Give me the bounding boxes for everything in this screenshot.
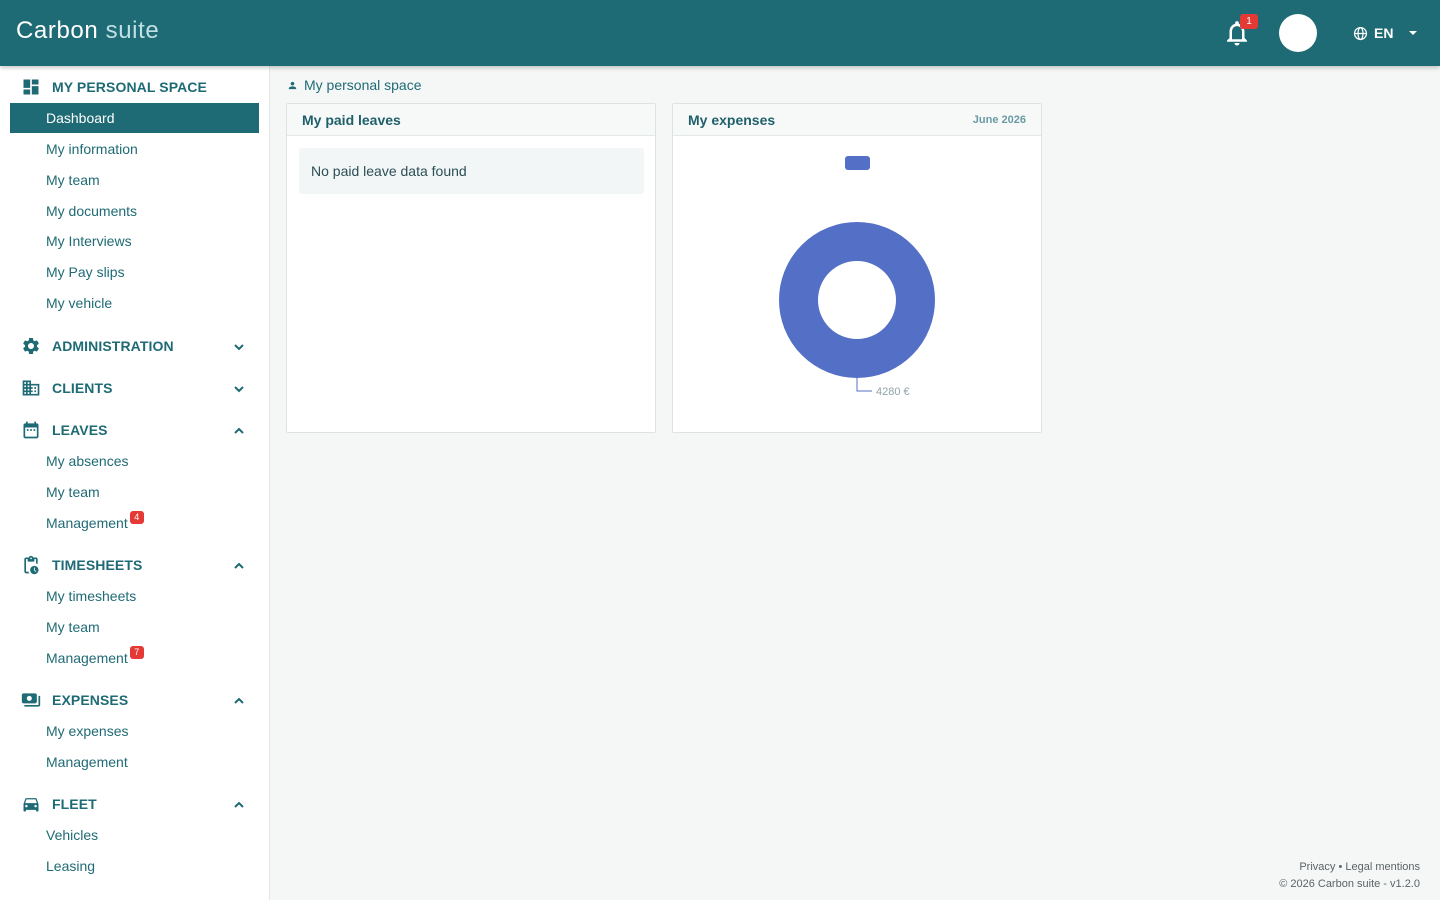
section-label: MY PERSONAL SPACE: [52, 79, 207, 95]
sidebar-item-my-timesheets[interactable]: My timesheets: [10, 581, 259, 611]
brand-suffix: suite: [105, 17, 160, 44]
dashboard-icon: [21, 77, 41, 97]
sidebar-item-leasing[interactable]: Leasing: [10, 851, 259, 881]
sidebar-item-vehicles[interactable]: Vehicles: [10, 820, 259, 850]
legend-swatch[interactable]: [845, 156, 870, 170]
sidebar-section-leaves[interactable]: LEAVES: [10, 414, 259, 446]
sidebar-item-my-vehicle[interactable]: My vehicle: [10, 288, 259, 318]
language-code: EN: [1374, 25, 1394, 41]
card-title: My paid leaves: [302, 111, 401, 128]
sidebar: MY PERSONAL SPACE Dashboard My informati…: [0, 66, 270, 900]
data-label: 4280 €: [876, 386, 910, 398]
sidebar-item-leaves-my-team[interactable]: My team: [10, 477, 259, 507]
sidebar-section-expenses[interactable]: EXPENSES: [10, 684, 259, 716]
footer-separator: •: [1338, 861, 1343, 873]
sidebar-item-leaves-management[interactable]: Management 4: [10, 508, 259, 538]
chevron-down-icon: [233, 340, 245, 352]
section-label: ADMINISTRATION: [52, 338, 174, 354]
chevron-down-icon: [233, 382, 245, 394]
item-label: Management: [46, 650, 128, 666]
section-label: FLEET: [52, 796, 97, 812]
sidebar-item-my-documents[interactable]: My documents: [10, 196, 259, 226]
sidebar-item-my-expenses[interactable]: My expenses: [10, 716, 259, 746]
user-avatar[interactable]: [1279, 14, 1317, 52]
section-label: LEAVES: [52, 422, 108, 438]
empty-state-message: No paid leave data found: [299, 148, 644, 194]
gear-icon: [21, 336, 41, 356]
chevron-up-icon: [233, 694, 245, 706]
legal-mentions-link[interactable]: Legal mentions: [1345, 861, 1420, 873]
sidebar-section-timesheets[interactable]: TIMESHEETS: [10, 549, 259, 581]
section-label: EXPENSES: [52, 692, 129, 708]
sidebar-item-dashboard[interactable]: Dashboard: [10, 103, 259, 133]
top-bar: Carbon suite 1 EN: [0, 0, 1440, 66]
sidebar-item-timesheets-my-team[interactable]: My team: [10, 612, 259, 642]
sidebar-section-administration[interactable]: ADMINISTRATION: [10, 330, 259, 362]
count-badge: 7: [129, 645, 144, 659]
footer: Privacy • Legal mentions © 2026 Carbon s…: [1279, 859, 1420, 893]
expenses-card: My expenses June 2026 4280 €: [672, 103, 1042, 433]
section-label: CLIENTS: [52, 380, 113, 396]
item-label: Management: [46, 515, 128, 531]
sidebar-item-expenses-management[interactable]: Management: [10, 747, 259, 777]
card-period: June 2026: [972, 113, 1026, 126]
sidebar-item-my-team[interactable]: My team: [10, 165, 259, 195]
count-badge: 4: [129, 510, 144, 524]
expenses-donut-chart: 4280 €: [779, 156, 935, 398]
chevron-up-icon: [233, 798, 245, 810]
language-selector[interactable]: EN: [1353, 24, 1418, 42]
chevron-up-icon: [233, 559, 245, 571]
notification-count-badge: 1: [1240, 14, 1258, 29]
card-header: My expenses June 2026: [673, 104, 1041, 136]
privacy-link[interactable]: Privacy: [1299, 861, 1335, 873]
data-label-line: [856, 378, 872, 392]
building-icon: [21, 378, 41, 398]
chevron-up-icon: [233, 424, 245, 436]
sidebar-item-my-pay-slips[interactable]: My Pay slips: [10, 257, 259, 287]
sidebar-section-clients[interactable]: CLIENTS: [10, 372, 259, 404]
copyright-text: © 2026 Carbon suite - v1.2.0: [1279, 878, 1420, 890]
sidebar-section-fleet[interactable]: FLEET: [10, 788, 259, 820]
globe-icon: [1353, 26, 1368, 40]
clipboard-clock-icon: [21, 555, 41, 575]
person-icon: [288, 81, 297, 89]
donut-slice[interactable]: [779, 222, 935, 378]
sidebar-item-my-information[interactable]: My information: [10, 134, 259, 164]
car-icon: [21, 794, 41, 814]
breadcrumb: My personal space: [287, 76, 422, 94]
paid-leaves-card: My paid leaves No paid leave data found: [286, 103, 656, 433]
brand-name: Carbon: [16, 17, 99, 44]
donut-slices: [779, 222, 935, 378]
caret-down-icon: [1409, 31, 1418, 35]
calendar-icon: [21, 420, 41, 440]
card-header: My paid leaves: [287, 104, 655, 136]
card-title: My expenses: [688, 111, 776, 128]
sidebar-item-my-absences[interactable]: My absences: [10, 446, 259, 476]
brand-logo[interactable]: Carbon suite: [16, 17, 159, 45]
money-icon: [21, 690, 41, 710]
sidebar-item-timesheets-management[interactable]: Management 7: [10, 643, 259, 673]
breadcrumb-label[interactable]: My personal space: [304, 77, 422, 93]
sidebar-item-my-interviews[interactable]: My Interviews: [10, 226, 259, 256]
sidebar-section-personal-space[interactable]: MY PERSONAL SPACE: [10, 71, 259, 103]
section-label: TIMESHEETS: [52, 557, 143, 573]
